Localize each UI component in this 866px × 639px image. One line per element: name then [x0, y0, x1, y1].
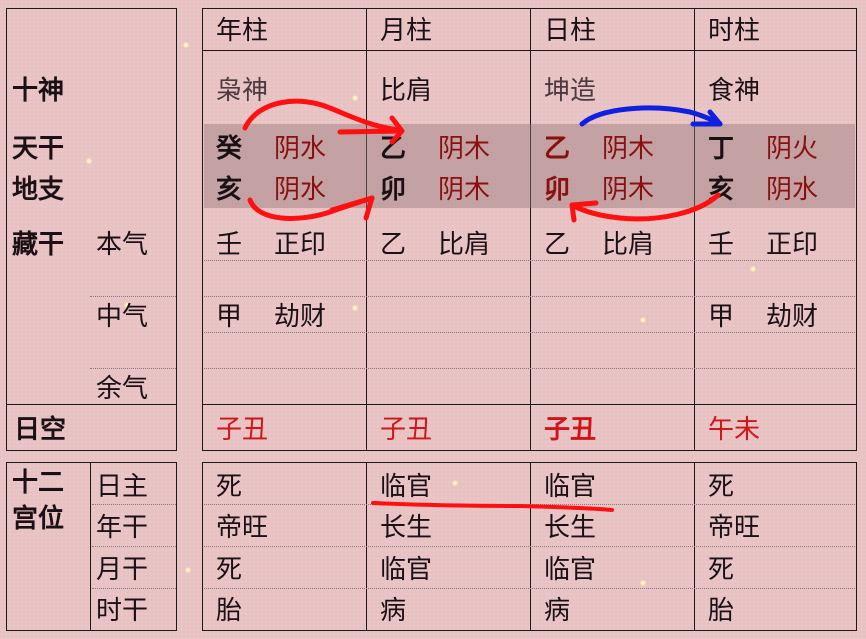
stem-element-month: 阴木	[438, 134, 491, 164]
column-divider	[366, 8, 367, 451]
dotted-divider	[90, 368, 176, 369]
shishen-year: 枭神	[216, 76, 269, 106]
header-day-pillar: 日柱	[544, 16, 597, 46]
dotted-divider	[204, 588, 855, 589]
stage-month-niangan: 长生	[380, 513, 433, 543]
stage-day-yuegan: 临官	[544, 555, 597, 585]
stage-year-rizhu: 死	[216, 472, 243, 502]
header-hour-pillar: 时柱	[708, 16, 761, 46]
label-zhongqi: 中气	[96, 302, 149, 332]
hidden-stem-hour-1: 壬	[708, 230, 735, 260]
header-year-pillar: 年柱	[216, 16, 269, 46]
stage-year-niangan: 帝旺	[216, 513, 269, 543]
stage-day-shigan: 病	[544, 596, 571, 626]
hidden-stem-year-1: 壬	[216, 230, 243, 260]
sparkle-decoration	[183, 42, 189, 48]
dotted-divider	[204, 260, 855, 261]
dotted-divider	[204, 332, 855, 333]
branch-element-hour: 阴水	[766, 175, 819, 205]
dotted-divider	[90, 296, 176, 297]
dotted-divider	[92, 504, 176, 505]
dotted-divider	[204, 546, 855, 547]
dotted-divider	[92, 588, 176, 589]
hidden-stem-year-2: 甲	[216, 302, 243, 332]
label-canggan: 藏干	[12, 230, 65, 260]
hidden-stem-day-1: 乙	[544, 230, 571, 260]
hidden-god-day-1: 比肩	[602, 230, 655, 260]
label-tiangan: 天干	[12, 134, 65, 164]
stem-year: 癸	[216, 134, 243, 164]
column-divider	[694, 8, 695, 451]
stem-element-day: 阴木	[602, 134, 655, 164]
dotted-divider	[92, 546, 176, 547]
label-yuegan: 月干	[96, 555, 149, 585]
stage-hour-yuegan: 死	[708, 555, 735, 585]
shishen-hour: 食神	[708, 76, 761, 106]
branch-day: 卯	[544, 175, 571, 205]
label-rizhu: 日主	[96, 472, 149, 502]
hidden-god-month-1: 比肩	[438, 230, 491, 260]
stage-month-rizhu: 临官	[380, 472, 433, 502]
rikong-year: 子丑	[216, 415, 269, 445]
label-shishen: 十神	[12, 76, 65, 106]
stage-year-shigan: 胎	[216, 596, 243, 626]
rikong-month: 子丑	[380, 415, 433, 445]
hidden-stem-month-1: 乙	[380, 230, 407, 260]
branch-element-month: 阴木	[438, 175, 491, 205]
stage-month-yuegan: 临官	[380, 555, 433, 585]
label-dizhi: 地支	[12, 175, 65, 205]
shishen-day: 坤造	[544, 76, 597, 106]
shishen-month: 比肩	[380, 76, 433, 106]
label-yuqi: 余气	[96, 374, 149, 404]
stage-month-shigan: 病	[380, 596, 407, 626]
hidden-god-year-1: 正印	[274, 230, 327, 260]
stem-hour: 丁	[708, 134, 735, 164]
stem-element-year: 阴水	[274, 134, 327, 164]
hidden-god-hour-1: 正印	[766, 230, 819, 260]
dotted-divider	[204, 296, 855, 297]
header-month-pillar: 月柱	[380, 16, 433, 46]
stem-day: 乙	[544, 134, 571, 164]
column-divider	[530, 8, 531, 451]
stage-hour-niangan: 帝旺	[708, 513, 761, 543]
column-divider	[90, 462, 91, 631]
rikong-hour: 午未	[708, 415, 761, 445]
dotted-divider	[204, 368, 855, 369]
rikong-day: 子丑	[544, 415, 597, 445]
hidden-god-hour-2: 劫财	[766, 302, 819, 332]
divider	[6, 404, 177, 405]
stage-day-niangan: 长生	[544, 513, 597, 543]
stem-element-hour: 阴火	[766, 134, 819, 164]
label-shier: 十二	[12, 468, 65, 498]
branch-element-year: 阴水	[274, 175, 327, 205]
branch-year: 亥	[216, 175, 243, 205]
label-shigan: 时干	[96, 596, 149, 626]
branch-hour: 亥	[708, 175, 735, 205]
stem-month: 乙	[380, 134, 407, 164]
label-gongwei: 宫位	[12, 504, 65, 534]
dotted-divider	[204, 504, 855, 505]
sparkle-decoration	[185, 567, 191, 573]
stage-day-rizhu: 临官	[544, 472, 597, 502]
stage-year-yuegan: 死	[216, 555, 243, 585]
branch-month: 卯	[380, 175, 407, 205]
stage-hour-rizhu: 死	[708, 472, 735, 502]
hidden-god-year-2: 劫财	[274, 302, 327, 332]
label-benqi: 本气	[96, 230, 149, 260]
stage-hour-shigan: 胎	[708, 596, 735, 626]
hidden-stem-hour-2: 甲	[708, 302, 735, 332]
label-niangan: 年干	[96, 513, 149, 543]
label-rikong: 日空	[14, 415, 67, 445]
branch-element-day: 阴木	[602, 175, 655, 205]
